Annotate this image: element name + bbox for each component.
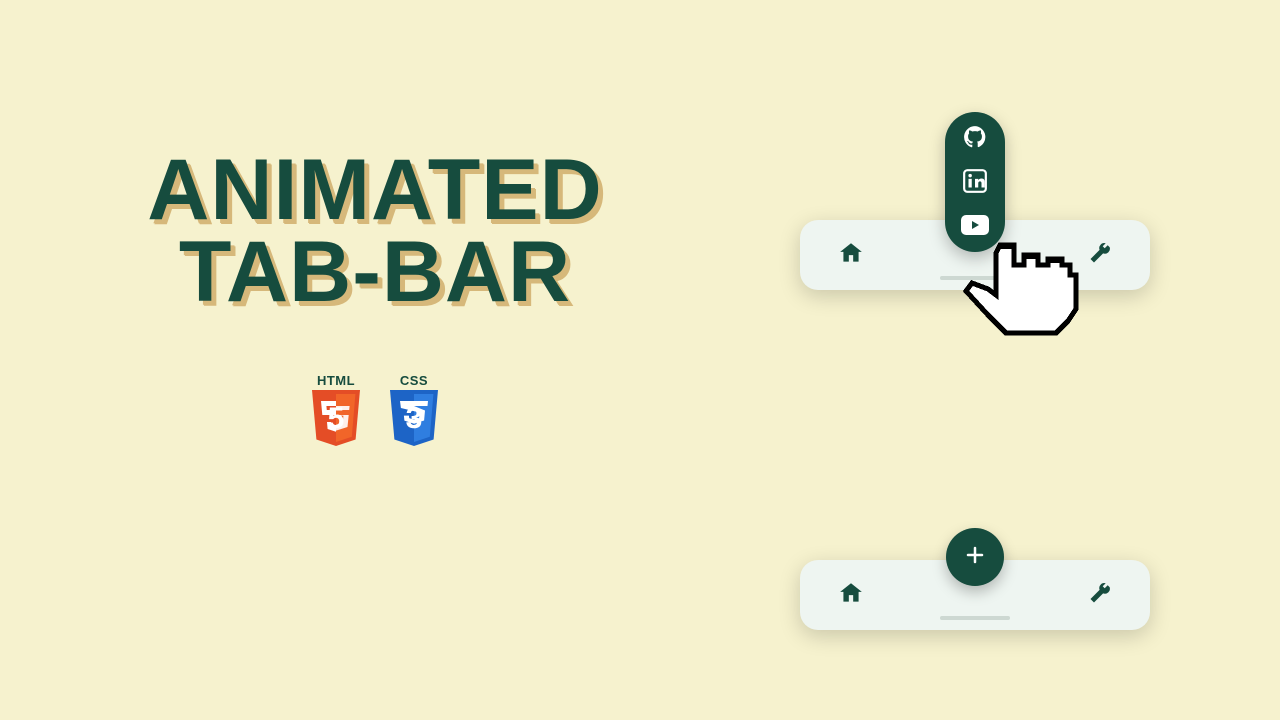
- youtube-icon[interactable]: [960, 210, 990, 240]
- wrench-icon[interactable]: [1088, 241, 1112, 270]
- css3-number: 3: [386, 390, 442, 454]
- css3-badge: CSS 3: [386, 373, 442, 454]
- css3-label: CSS: [400, 373, 428, 388]
- social-popup: [945, 112, 1005, 252]
- tabbar-indicator: [940, 276, 1010, 280]
- tabbar-indicator: [940, 616, 1010, 620]
- plus-icon: [963, 543, 987, 572]
- html5-number: 5: [308, 390, 364, 454]
- home-icon[interactable]: [838, 580, 864, 611]
- html5-shield-icon: 5: [308, 390, 364, 454]
- tabbar-collapsed: [800, 560, 1150, 630]
- github-icon[interactable]: [960, 122, 990, 152]
- home-icon[interactable]: [838, 240, 864, 271]
- css3-shield-icon: 3: [386, 390, 442, 454]
- fab-add-button[interactable]: [946, 528, 1004, 586]
- linkedin-icon[interactable]: [960, 166, 990, 196]
- wrench-icon[interactable]: [1088, 581, 1112, 610]
- title-line-2: TAB-BAR: [95, 232, 655, 314]
- html5-badge: HTML 5: [308, 373, 364, 454]
- html5-label: HTML: [317, 373, 355, 388]
- title-line-1: ANIMATED: [95, 150, 655, 232]
- page-title: ANIMATED TAB-BAR HTML 5 CSS 3: [95, 150, 655, 454]
- tabbar-expanded: [800, 220, 1150, 290]
- tech-badges: HTML 5 CSS 3: [95, 373, 655, 454]
